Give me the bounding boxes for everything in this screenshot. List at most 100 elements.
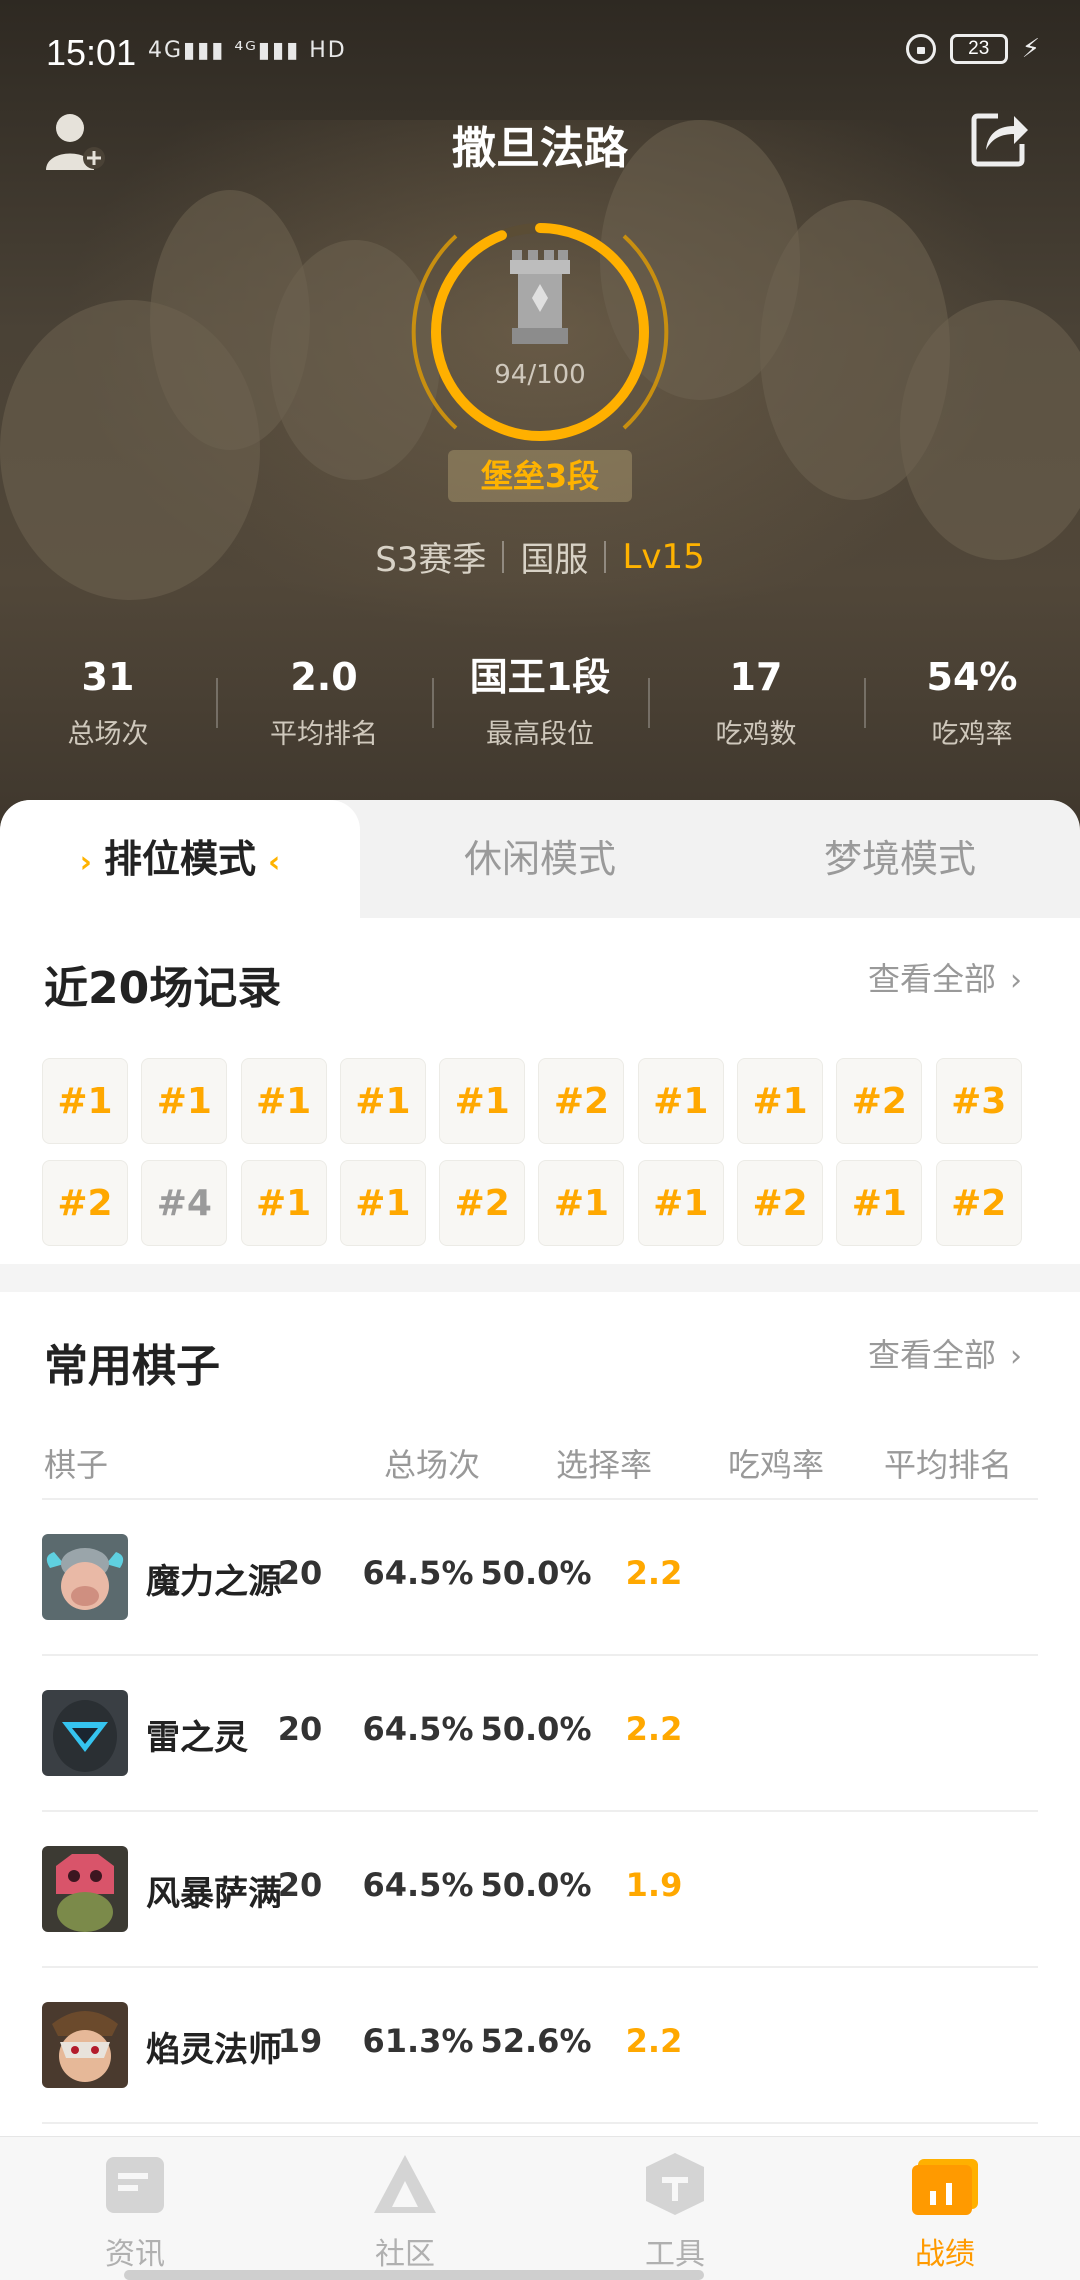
tab-dream[interactable]: 梦境模式: [720, 800, 1080, 918]
nav-label: 社区: [375, 2237, 435, 2272]
view-all-label: 查看全部: [868, 960, 997, 998]
result-chip[interactable]: #2: [935, 1160, 1022, 1246]
stat-value: 54%: [926, 655, 1018, 699]
piece-avatar: [42, 1690, 128, 1776]
result-chip[interactable]: #1: [339, 1058, 426, 1144]
home-indicator[interactable]: [124, 2270, 704, 2280]
column-header-pick-rate: 选择率: [556, 1446, 653, 1484]
stat-label: 总场次: [67, 719, 149, 750]
piece-avatar: [42, 2002, 128, 2088]
chevron-right-icon: ›: [1010, 1339, 1023, 1374]
chevron-left-icon: ‹: [268, 845, 281, 880]
result-chip[interactable]: #4: [141, 1160, 228, 1246]
pieces-view-all-link[interactable]: 查看全部 ›: [868, 1330, 1022, 1376]
season-info: S3赛季 国服 Lv15: [0, 532, 1080, 581]
result-chip[interactable]: #2: [439, 1160, 526, 1246]
result-chip[interactable]: #2: [42, 1160, 128, 1246]
table-row[interactable]: 雷之灵 20 64.5% 50.0% 2.2: [42, 1656, 1038, 1812]
result-chip[interactable]: #1: [538, 1160, 625, 1246]
recent-results-grid: #1 #1 #1 #1 #1 #2 #1 #1 #2 #3 #2 #4 #1 #1 #2 #1 #1 #2 #1 #2: [42, 1058, 1042, 1246]
table-row[interactable]: 焰灵法师 19 61.3% 52.6% 2.2: [42, 1968, 1038, 2124]
stat-wins: 17 吃鸡数: [648, 650, 864, 760]
result-chip[interactable]: #1: [637, 1058, 724, 1144]
stat-value: 31: [81, 655, 135, 699]
piece-avg-rank: 2.2: [625, 1554, 683, 1592]
player-name: 撒旦法路: [452, 123, 628, 174]
common-pieces-title: 常用棋子: [44, 1341, 220, 1392]
stat-highest-tier: 国王1段 最高段位: [432, 650, 648, 760]
records-icon: [912, 2159, 978, 2215]
result-chip[interactable]: #1: [737, 1058, 824, 1144]
stat-value: 国王1段: [469, 655, 611, 699]
mode-tabs: › 排位模式 ‹ 休闲模式 梦境模式: [0, 800, 1080, 918]
piece-avg-rank: 1.9: [625, 1866, 683, 1904]
news-icon: [106, 2157, 164, 2213]
status-bar: 15:01 4G▮▮▮ ⁴ᴳ▮▮▮ HD 23 ⚡: [0, 0, 1080, 110]
result-chip[interactable]: #3: [935, 1058, 1022, 1144]
stat-label: 吃鸡数: [715, 719, 797, 750]
view-all-label: 查看全部: [868, 1336, 997, 1374]
stat-value: 17: [729, 655, 783, 699]
divider: [604, 540, 607, 573]
result-chip[interactable]: #1: [240, 1160, 327, 1246]
table-row[interactable]: 风暴萨满 20 64.5% 50.0% 1.9: [42, 1812, 1038, 1968]
stat-label: 平均排名: [270, 719, 378, 750]
result-chip[interactable]: #1: [836, 1160, 923, 1246]
nav-news[interactable]: 资讯: [0, 2137, 270, 2280]
section-divider: [0, 1264, 1080, 1292]
rank-badge: 堡垒3段: [448, 450, 632, 502]
result-chip[interactable]: #1: [439, 1058, 526, 1144]
chevron-right-icon: ›: [79, 845, 92, 880]
column-header-piece: 棋子: [44, 1446, 109, 1484]
rotation-lock-icon: [905, 34, 936, 64]
nav-records[interactable]: 战绩: [810, 2137, 1080, 2280]
stat-label: 吃鸡率: [931, 719, 1013, 750]
community-icon: [374, 2155, 436, 2213]
nav-tools[interactable]: 工具: [540, 2137, 810, 2280]
column-header-win-rate: 吃鸡率: [728, 1446, 825, 1484]
stat-label: 最高段位: [486, 719, 594, 750]
stat-value: 2.0: [290, 655, 358, 699]
piece-avg-rank: 2.2: [625, 1710, 683, 1748]
tools-icon: [646, 2153, 704, 2215]
tab-label: 排位模式: [103, 837, 256, 881]
stat-win-rate: 54% 吃鸡率: [864, 650, 1080, 760]
tab-casual[interactable]: 休闲模式: [360, 800, 720, 918]
result-chip[interactable]: #1: [637, 1160, 724, 1246]
tab-ranked[interactable]: › 排位模式 ‹: [0, 800, 360, 918]
level-label: Lv15: [622, 536, 705, 577]
nav-label: 战绩: [915, 2237, 975, 2272]
share-icon[interactable]: [968, 106, 1032, 170]
stat-average-rank: 2.0 平均排名: [216, 650, 432, 760]
result-chip[interactable]: #1: [339, 1160, 426, 1246]
charging-icon: ⚡: [1021, 34, 1040, 64]
status-time: 15:01: [46, 32, 137, 73]
battery-icon: 23: [949, 34, 1008, 64]
divider: [502, 540, 505, 573]
nav-label: 工具: [645, 2237, 705, 2272]
rank-progress-text: 94/100: [494, 360, 586, 390]
nav-community[interactable]: 社区: [270, 2137, 540, 2280]
chevron-right-icon: ›: [1010, 963, 1023, 998]
recent-view-all-link[interactable]: 查看全部 ›: [868, 954, 1022, 1000]
recent-records-title: 近20场记录: [44, 963, 282, 1014]
piece-avatar: [42, 1846, 128, 1932]
season-label: S3赛季: [375, 540, 487, 580]
fortress-rank-icon: [510, 250, 570, 344]
piece-avatar: [42, 1534, 128, 1620]
column-header-games: 总场次: [384, 1446, 481, 1484]
table-row[interactable]: 魔力之源 20 64.5% 50.0% 2.2: [42, 1500, 1038, 1656]
bottom-navigation: 资讯 社区 工具 战绩: [0, 2136, 1080, 2280]
signal-indicator: 4G▮▮▮ ⁴ᴳ▮▮▮ HD: [148, 38, 347, 63]
result-chip[interactable]: #2: [538, 1058, 625, 1144]
result-chip[interactable]: #1: [240, 1058, 327, 1144]
result-chip[interactable]: #2: [836, 1058, 923, 1144]
nav-label: 资讯: [105, 2237, 165, 2272]
result-chip[interactable]: #2: [737, 1160, 824, 1246]
stat-total-games: 31 总场次: [0, 650, 216, 760]
pieces-table-header: 棋子 总场次 选择率 吃鸡率 平均排名: [42, 1432, 1038, 1500]
result-chip[interactable]: #1: [42, 1058, 128, 1144]
server-label: 国服: [520, 540, 589, 580]
result-chip[interactable]: #1: [141, 1058, 228, 1144]
column-header-avg-rank: 平均排名: [884, 1446, 1013, 1484]
